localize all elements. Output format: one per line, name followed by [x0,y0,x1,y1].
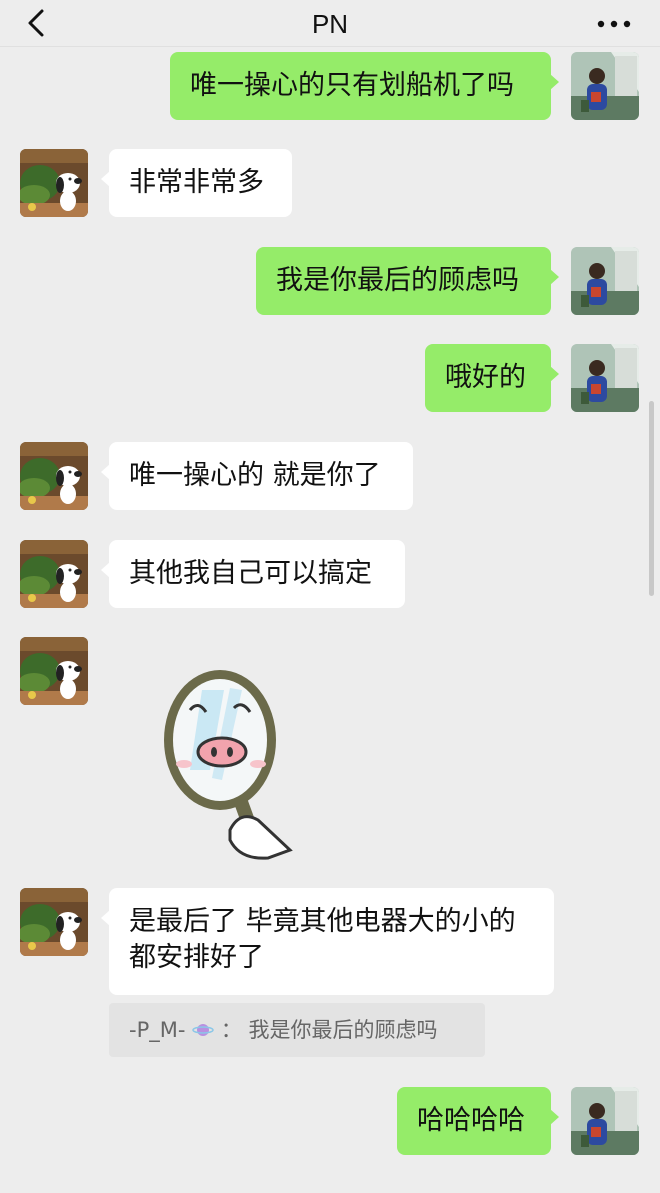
message-text: 我是你最后的顾虑吗 [276,265,519,296]
user-avatar[interactable] [571,1087,639,1155]
quote-author: -P_M- [129,1018,186,1042]
message-bubble-incoming[interactable]: 唯一操心的 就是你了 [101,442,413,510]
chat-title: PN [311,9,349,39]
contact-avatar[interactable] [20,442,88,510]
message-text: 其他我自己可以搞定 [129,558,372,589]
message-bubble-incoming[interactable]: 非常非常多 [101,149,292,217]
user-avatar[interactable] [571,52,639,120]
more-dots-icon[interactable] [596,12,632,36]
scrollbar[interactable] [649,401,654,596]
planet-emoji-icon [192,1024,214,1036]
message-bubble-outgoing[interactable]: 我是你最后的顾虑吗 [256,247,559,315]
chat-header: PN [0,0,660,47]
contact-avatar[interactable] [20,888,88,956]
user-avatar[interactable] [571,247,639,315]
message-text: 唯一操心的 就是你了 [129,460,381,491]
message-text: 非常非常多 [129,167,264,198]
message-bubble-incoming[interactable]: 其他我自己可以搞定 [101,540,405,608]
message-text-line: 是最后了 毕竟其他电器大的小的 [129,906,516,937]
message-list[interactable]: 唯一操心的只有划船机了吗 非常非常多 我是你最后的顾虑吗 哦好的 唯一操心的 就… [0,46,660,1193]
message-text: 唯一操心的只有划船机了吗 [190,70,514,101]
message-bubble-outgoing[interactable]: 唯一操心的只有划船机了吗 [170,52,559,120]
contact-avatar[interactable] [20,637,88,705]
message-text-line: 都安排好了 [129,942,264,973]
quote-separator: ： [220,1018,242,1042]
message-bubble-incoming[interactable]: 是最后了 毕竟其他电器大的小的 都安排好了 [101,888,554,995]
message-bubble-outgoing[interactable]: 哦好的 [425,344,559,412]
quote-text: 我是你最后的顾虑吗 [248,1018,438,1042]
message-text: 哦好的 [445,362,526,393]
pig-mirror-sticker[interactable] [150,660,310,865]
message-bubble-outgoing[interactable]: 哈哈哈哈 [397,1087,559,1155]
contact-avatar[interactable] [20,540,88,608]
message-text: 哈哈哈哈 [417,1105,525,1136]
user-avatar[interactable] [571,344,639,412]
contact-avatar[interactable] [20,149,88,217]
quoted-reply[interactable]: -P_M- ： 我是你最后的顾虑吗 [109,1003,485,1057]
